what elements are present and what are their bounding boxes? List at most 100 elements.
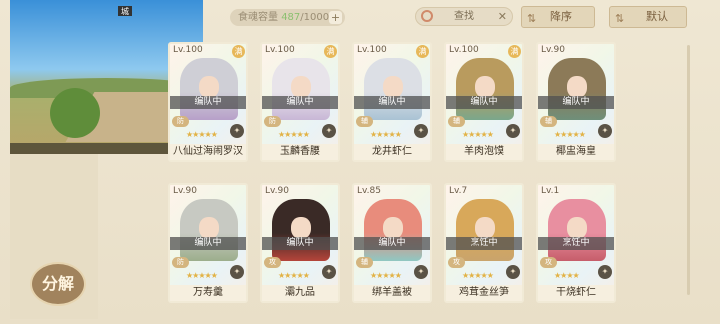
card-level: Lv.90 <box>265 186 289 196</box>
role-badge: 辅 <box>356 116 373 127</box>
sort-mode-icon: ⇅ <box>615 12 625 25</box>
element-icon: ✦ <box>414 124 428 138</box>
capacity-indicator: 食魂容量 487/1000 + <box>230 9 345 26</box>
card-name: 八仙过海闹罗汉 <box>170 144 246 160</box>
card-level: Lv.100 <box>357 45 387 55</box>
portrait-face <box>199 217 219 239</box>
card-status: 编队中 <box>170 237 246 250</box>
star-rating: ★★★★★ <box>370 130 402 139</box>
character-portrait <box>456 58 514 120</box>
role-badge: 攻 <box>264 257 281 268</box>
role-badge: 辅 <box>540 116 557 127</box>
favorite-icon: 满 <box>508 45 521 58</box>
element-icon: ✦ <box>322 265 336 279</box>
character-portrait <box>272 199 330 261</box>
character-portrait <box>180 58 238 120</box>
search-icon <box>421 10 433 22</box>
sort-order-label: 降序 <box>550 10 572 23</box>
capacity-max: /1000 <box>300 12 330 23</box>
star-rating: ★★★★★ <box>462 271 494 280</box>
portrait-face <box>383 217 403 239</box>
star-rating: ★★★★★ <box>554 130 586 139</box>
card-name: 龙井虾仁 <box>354 144 430 160</box>
character-card[interactable]: Lv.7 烹饪中攻 ★★★★★ ✦ 鸡茸金丝笋 <box>444 183 524 303</box>
card-level: Lv.100 <box>173 45 203 55</box>
card-name: 羊肉泡馍 <box>446 144 522 160</box>
card-status: 编队中 <box>170 96 246 109</box>
card-level: Lv.100 <box>449 45 479 55</box>
capacity-count: 487 <box>281 12 301 23</box>
add-capacity-button[interactable]: + <box>329 11 342 24</box>
video-marker: 城 <box>118 6 132 16</box>
card-level: Lv.100 <box>265 45 295 55</box>
star-rating: ★★★★★ <box>186 271 218 280</box>
card-name: 鸡茸金丝笋 <box>446 285 522 301</box>
character-portrait <box>548 199 606 261</box>
card-status: 编队中 <box>262 237 338 250</box>
star-rating: ★★★★★ <box>278 130 310 139</box>
capacity-label: 食魂容量 <box>238 12 278 23</box>
card-name: 灞九品 <box>262 285 338 301</box>
portrait-face <box>291 76 311 98</box>
character-card[interactable]: Lv.100 满编队中防 ★★★★★ ✦ 八仙过海闹罗汉 <box>168 42 248 162</box>
sort-mode-button[interactable]: ⇅ 默认 <box>609 6 687 28</box>
role-badge: 辅 <box>448 116 465 127</box>
role-badge: 攻 <box>540 257 557 268</box>
character-portrait <box>364 58 422 120</box>
character-portrait <box>456 199 514 261</box>
card-name: 干烧虾仁 <box>538 285 614 301</box>
element-icon: ✦ <box>230 265 244 279</box>
character-card[interactable]: Lv.85 编队中辅 ★★★★★ ✦ 绑羊盖被 <box>352 183 432 303</box>
card-status: 编队中 <box>354 96 430 109</box>
card-level: Lv.1 <box>541 186 560 196</box>
card-name: 万寿羹 <box>170 285 246 301</box>
portrait-face <box>567 76 587 98</box>
character-card[interactable]: Lv.100 满编队中辅 ★★★★★ ✦ 龙井虾仁 <box>352 42 432 162</box>
video-plant <box>50 88 100 138</box>
character-card[interactable]: Lv.1 烹饪中攻 ★★★★ ✦ 干烧虾仁 <box>536 183 616 303</box>
element-icon: ✦ <box>322 124 336 138</box>
role-badge: 防 <box>172 116 189 127</box>
card-level: Lv.90 <box>173 186 197 196</box>
star-rating: ★★★★★ <box>462 130 494 139</box>
role-badge: 防 <box>264 116 281 127</box>
favorite-icon: 满 <box>324 45 337 58</box>
card-status: 编队中 <box>354 237 430 250</box>
star-rating: ★★★★ <box>554 271 580 280</box>
scrollbar[interactable] <box>687 45 690 295</box>
character-card[interactable]: Lv.90 编队中防 ★★★★★ ✦ 万寿羹 <box>168 183 248 303</box>
card-status: 烹饪中 <box>538 237 614 250</box>
character-card[interactable]: Lv.90 编队中攻 ★★★★★ ✦ 灞九品 <box>260 183 340 303</box>
card-level: Lv.7 <box>449 186 468 196</box>
star-rating: ★★★★★ <box>186 130 218 139</box>
portrait-face <box>291 217 311 239</box>
element-icon: ✦ <box>414 265 428 279</box>
card-name: 绑羊盖被 <box>354 285 430 301</box>
portrait-face <box>475 217 495 239</box>
character-portrait <box>548 58 606 120</box>
card-level: Lv.90 <box>541 45 565 55</box>
card-level: Lv.85 <box>357 186 381 196</box>
portrait-face <box>475 76 495 98</box>
character-card[interactable]: Lv.100 满编队中防 ★★★★★ ✦ 玉麟香腰 <box>260 42 340 162</box>
favorite-icon: 满 <box>416 45 429 58</box>
sort-mode-label: 默认 <box>646 10 668 23</box>
clear-search-button[interactable]: ✕ <box>498 8 507 25</box>
character-card[interactable]: Lv.100 满编队中辅 ★★★★★ ✦ 羊肉泡馍 <box>444 42 524 162</box>
decompose-button[interactable]: 分解 <box>30 262 86 306</box>
character-card[interactable]: Lv.90 编队中辅 ★★★★★ ✦ 椰盅海皇 <box>536 42 616 162</box>
card-name: 椰盅海皇 <box>538 144 614 160</box>
card-status: 编队中 <box>262 96 338 109</box>
element-icon: ✦ <box>506 124 520 138</box>
character-portrait <box>364 199 422 261</box>
portrait-face <box>199 76 219 98</box>
element-icon: ✦ <box>598 265 612 279</box>
star-rating: ★★★★★ <box>278 271 310 280</box>
element-icon: ✦ <box>506 265 520 279</box>
card-status: 编队中 <box>446 96 522 109</box>
search-input[interactable]: 查找 ✕ <box>415 7 513 26</box>
portrait-face <box>567 217 587 239</box>
sort-order-button[interactable]: ⇅ 降序 <box>521 6 595 28</box>
favorite-icon: 满 <box>232 45 245 58</box>
card-name: 玉麟香腰 <box>262 144 338 160</box>
